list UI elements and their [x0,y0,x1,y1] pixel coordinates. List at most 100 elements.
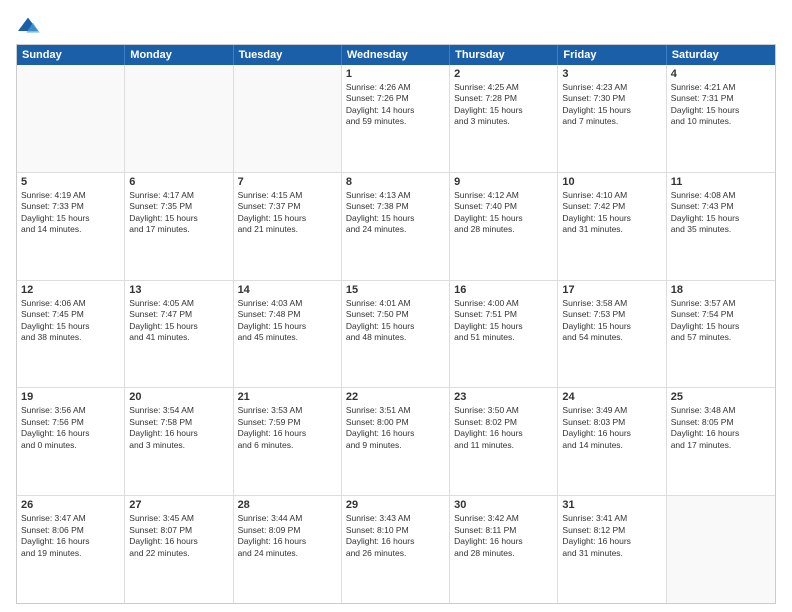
calendar-week-4: 19 Sunrise: 3:56 AM Sunset: 7:56 PM Dayli… [17,388,775,496]
calendar-cell: 11Sunrise: 4:08 AM Sunset: 7:43 PM Dayli… [667,173,775,280]
day-number: 24 [562,391,661,403]
day-number: 28 [238,499,337,511]
day-number: 2 [454,68,553,80]
calendar-cell: 21 Sunrise: 3:53 AM Sunset: 7:59 PM Dayli… [234,388,342,495]
cell-daylight-info: Sunrise: 4:13 AM Sunset: 7:38 PM Dayligh… [346,190,445,236]
day-number: 5 [21,176,120,188]
calendar-cell: 5 Sunrise: 4:19 AM Sunset: 7:33 PM Daylig… [17,173,125,280]
cell-daylight-info: Sunrise: 3:50 AM Sunset: 8:02 PM Dayligh… [454,405,553,451]
cell-daylight-info: Sunrise: 3:44 AM Sunset: 8:09 PM Dayligh… [238,513,337,559]
calendar-cell: 31 Sunrise: 3:41 AM Sunset: 8:12 PM Dayli… [558,496,666,603]
calendar-cell [17,65,125,172]
calendar-cell: 13 Sunrise: 4:05 AM Sunset: 7:47 PM Dayli… [125,281,233,388]
cell-daylight-info: Sunrise: 3:43 AM Sunset: 8:10 PM Dayligh… [346,513,445,559]
calendar-cell: 12 Sunrise: 4:06 AM Sunset: 7:45 PM Dayli… [17,281,125,388]
day-number: 14 [238,284,337,296]
cell-daylight-info: Sunrise: 3:48 AM Sunset: 8:05 PM Dayligh… [671,405,771,451]
day-number: 6 [129,176,228,188]
day-number: 25 [671,391,771,403]
cell-daylight-info: Sunrise: 4:03 AM Sunset: 7:48 PM Dayligh… [238,298,337,344]
cell-daylight-info: Sunrise: 4:23 AM Sunset: 7:30 PM Dayligh… [562,82,661,128]
cell-daylight-info: Sunrise: 3:56 AM Sunset: 7:56 PM Dayligh… [21,405,120,451]
cell-daylight-info: Sunrise: 4:19 AM Sunset: 7:33 PM Dayligh… [21,190,120,236]
day-number: 18 [671,284,771,296]
calendar-cell: 1Sunrise: 4:26 AM Sunset: 7:26 PM Daylig… [342,65,450,172]
calendar-week-1: 1Sunrise: 4:26 AM Sunset: 7:26 PM Daylig… [17,65,775,173]
calendar-header: SundayMondayTuesdayWednesdayThursdayFrid… [17,45,775,65]
calendar-cell: 25 Sunrise: 3:48 AM Sunset: 8:05 PM Dayli… [667,388,775,495]
header-day-tuesday: Tuesday [234,45,342,65]
calendar-cell: 26 Sunrise: 3:47 AM Sunset: 8:06 PM Dayli… [17,496,125,603]
calendar-week-2: 5 Sunrise: 4:19 AM Sunset: 7:33 PM Daylig… [17,173,775,281]
calendar-cell: 18 Sunrise: 3:57 AM Sunset: 7:54 PM Dayli… [667,281,775,388]
header-day-friday: Friday [558,45,666,65]
calendar-cell: 27Sunrise: 3:45 AM Sunset: 8:07 PM Dayli… [125,496,233,603]
cell-daylight-info: Sunrise: 4:10 AM Sunset: 7:42 PM Dayligh… [562,190,661,236]
calendar-cell: 8Sunrise: 4:13 AM Sunset: 7:38 PM Daylig… [342,173,450,280]
day-number: 26 [21,499,120,511]
cell-daylight-info: Sunrise: 4:26 AM Sunset: 7:26 PM Dayligh… [346,82,445,128]
day-number: 29 [346,499,445,511]
day-number: 3 [562,68,661,80]
calendar-cell: 9 Sunrise: 4:12 AM Sunset: 7:40 PM Daylig… [450,173,558,280]
calendar-cell: 30 Sunrise: 3:42 AM Sunset: 8:11 PM Dayli… [450,496,558,603]
day-number: 15 [346,284,445,296]
day-number: 23 [454,391,553,403]
calendar-cell: 3 Sunrise: 4:23 AM Sunset: 7:30 PM Daylig… [558,65,666,172]
day-number: 19 [21,391,120,403]
day-number: 17 [562,284,661,296]
cell-daylight-info: Sunrise: 3:51 AM Sunset: 8:00 PM Dayligh… [346,405,445,451]
calendar-cell: 2 Sunrise: 4:25 AM Sunset: 7:28 PM Daylig… [450,65,558,172]
day-number: 16 [454,284,553,296]
cell-daylight-info: Sunrise: 4:06 AM Sunset: 7:45 PM Dayligh… [21,298,120,344]
day-number: 21 [238,391,337,403]
cell-daylight-info: Sunrise: 3:49 AM Sunset: 8:03 PM Dayligh… [562,405,661,451]
cell-daylight-info: Sunrise: 3:45 AM Sunset: 8:07 PM Dayligh… [129,513,228,559]
calendar-cell [125,65,233,172]
cell-daylight-info: Sunrise: 3:42 AM Sunset: 8:11 PM Dayligh… [454,513,553,559]
calendar-cell: 19 Sunrise: 3:56 AM Sunset: 7:56 PM Dayli… [17,388,125,495]
calendar-cell: 23 Sunrise: 3:50 AM Sunset: 8:02 PM Dayli… [450,388,558,495]
day-number: 20 [129,391,228,403]
day-number: 22 [346,391,445,403]
calendar-cell: 16 Sunrise: 4:00 AM Sunset: 7:51 PM Dayli… [450,281,558,388]
calendar-cell: 22 Sunrise: 3:51 AM Sunset: 8:00 PM Dayli… [342,388,450,495]
calendar-cell [234,65,342,172]
cell-daylight-info: Sunrise: 4:25 AM Sunset: 7:28 PM Dayligh… [454,82,553,128]
header-day-wednesday: Wednesday [342,45,450,65]
day-number: 30 [454,499,553,511]
calendar-cell: 20 Sunrise: 3:54 AM Sunset: 7:58 PM Dayli… [125,388,233,495]
cell-daylight-info: Sunrise: 4:21 AM Sunset: 7:31 PM Dayligh… [671,82,771,128]
calendar-cell: 7Sunrise: 4:15 AM Sunset: 7:37 PM Daylig… [234,173,342,280]
cell-daylight-info: Sunrise: 4:17 AM Sunset: 7:35 PM Dayligh… [129,190,228,236]
cell-daylight-info: Sunrise: 4:00 AM Sunset: 7:51 PM Dayligh… [454,298,553,344]
calendar-body: 1Sunrise: 4:26 AM Sunset: 7:26 PM Daylig… [17,65,775,603]
calendar-cell: 4 Sunrise: 4:21 AM Sunset: 7:31 PM Daylig… [667,65,775,172]
header-day-monday: Monday [125,45,233,65]
header [16,16,776,36]
cell-daylight-info: Sunrise: 3:54 AM Sunset: 7:58 PM Dayligh… [129,405,228,451]
page: SundayMondayTuesdayWednesdayThursdayFrid… [0,0,792,612]
day-number: 31 [562,499,661,511]
cell-daylight-info: Sunrise: 4:12 AM Sunset: 7:40 PM Dayligh… [454,190,553,236]
calendar-cell: 6 Sunrise: 4:17 AM Sunset: 7:35 PM Daylig… [125,173,233,280]
calendar-cell: 14 Sunrise: 4:03 AM Sunset: 7:48 PM Dayli… [234,281,342,388]
day-number: 13 [129,284,228,296]
calendar-cell: 10Sunrise: 4:10 AM Sunset: 7:42 PM Dayli… [558,173,666,280]
calendar-week-3: 12 Sunrise: 4:06 AM Sunset: 7:45 PM Dayli… [17,281,775,389]
day-number: 12 [21,284,120,296]
cell-daylight-info: Sunrise: 3:53 AM Sunset: 7:59 PM Dayligh… [238,405,337,451]
day-number: 9 [454,176,553,188]
cell-daylight-info: Sunrise: 4:05 AM Sunset: 7:47 PM Dayligh… [129,298,228,344]
cell-daylight-info: Sunrise: 3:47 AM Sunset: 8:06 PM Dayligh… [21,513,120,559]
logo [16,16,44,36]
header-day-saturday: Saturday [667,45,775,65]
calendar-week-5: 26 Sunrise: 3:47 AM Sunset: 8:06 PM Dayli… [17,496,775,603]
cell-daylight-info: Sunrise: 3:57 AM Sunset: 7:54 PM Dayligh… [671,298,771,344]
day-number: 11 [671,176,771,188]
cell-daylight-info: Sunrise: 3:41 AM Sunset: 8:12 PM Dayligh… [562,513,661,559]
calendar-cell [667,496,775,603]
cell-daylight-info: Sunrise: 4:15 AM Sunset: 7:37 PM Dayligh… [238,190,337,236]
header-day-sunday: Sunday [17,45,125,65]
day-number: 4 [671,68,771,80]
